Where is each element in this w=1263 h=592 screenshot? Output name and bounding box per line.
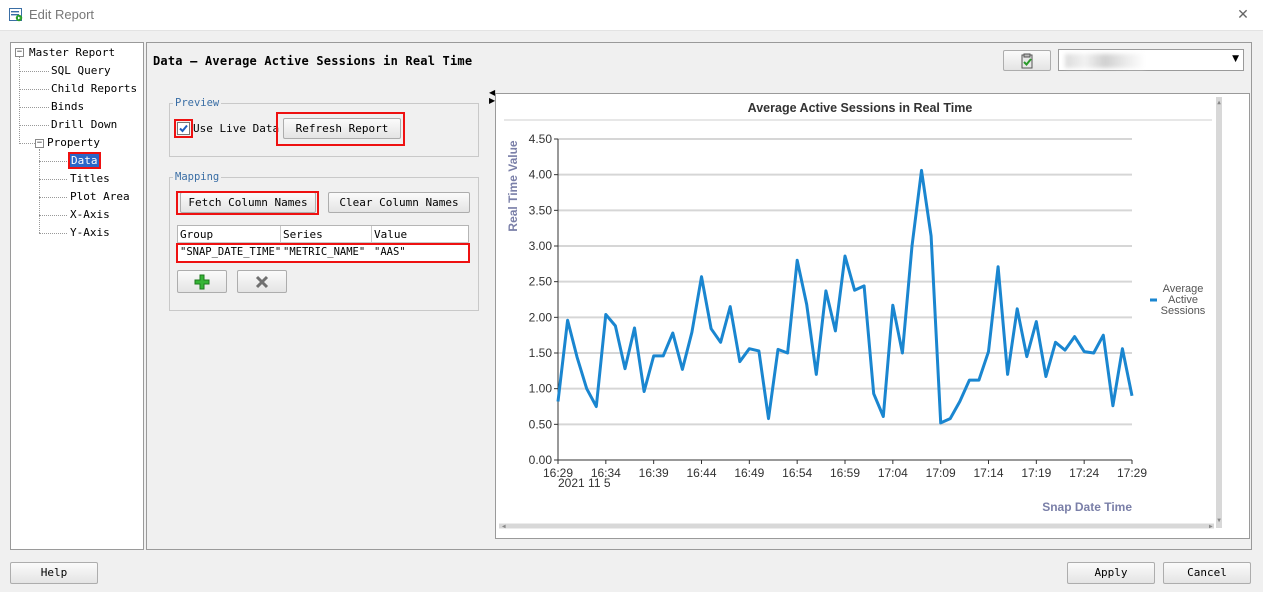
x-tick-label: 16:54	[782, 466, 812, 480]
page-title: Data — Average Active Sessions in Real T…	[153, 54, 473, 68]
y-tick-label: 1.50	[529, 346, 553, 360]
app-icon	[9, 8, 23, 22]
refresh-report-highlight	[276, 112, 405, 146]
tree-item-plot-area[interactable]: Plot Area	[70, 189, 130, 205]
navigation-tree: − Master Report SQL Query Child Reports …	[10, 42, 144, 550]
column-header-value: Value	[372, 226, 469, 243]
series-line-average-active-sessions	[556, 168, 1134, 425]
x-tick-label: 17:29	[1117, 466, 1147, 480]
apply-button-label: Apply	[1094, 566, 1128, 579]
x-tick-label: 16:39	[639, 466, 669, 480]
x-tick-label: 16:59	[830, 466, 860, 480]
cancel-button-label: Cancel	[1187, 566, 1227, 579]
use-live-data-highlight	[174, 119, 193, 138]
tree-item-child-reports[interactable]: Child Reports	[51, 81, 137, 97]
x-icon	[255, 275, 269, 289]
redacted-connection-name	[1065, 54, 1145, 68]
use-live-data-label: Use Live Data	[193, 122, 280, 135]
selected-tree-label: Data	[68, 152, 101, 169]
x-tick-labels: 16:29 16:34 16:39 16:44 16:49 16:54 16:59 17:04…	[543, 460, 1147, 480]
title-bar: Edit Report ✕	[0, 0, 1263, 31]
tree-item-binds[interactable]: Binds	[51, 99, 84, 115]
y-tick-label: 4.00	[529, 168, 553, 182]
preview-legend: Preview	[173, 97, 222, 109]
scroll-right-arrow-icon[interactable]: ▶	[1209, 523, 1213, 530]
tree-item-y-axis[interactable]: Y-Axis	[70, 225, 110, 241]
y-tick-label: 1.00	[529, 382, 553, 396]
y-tick-labels: 0.00 0.50 1.00 1.50 2.00 2.50 3.00 3.50 4.00 4.50	[529, 132, 558, 467]
window-title: Edit Report	[29, 7, 95, 22]
chevron-down-icon[interactable]: ▼	[1232, 54, 1239, 64]
add-row-button[interactable]	[177, 270, 227, 293]
x-tick-label: 17:19	[1021, 466, 1051, 480]
main-panel: Data — Average Active Sessions in Real T…	[146, 42, 1252, 550]
scroll-up-arrow-icon[interactable]: ▲	[1217, 99, 1221, 106]
tree-item-property[interactable]: Property	[47, 135, 100, 151]
x-axis-date-label: 2021 11 5	[558, 476, 611, 490]
x-tick-label: 16:49	[734, 466, 764, 480]
tree-item-data[interactable]: Data	[68, 152, 101, 169]
legend-line-3: Sessions	[1161, 305, 1206, 317]
y-axis-label: Real Time Value	[506, 140, 520, 231]
collapse-master-report-icon[interactable]: −	[15, 48, 24, 57]
x-tick-label: 16:44	[686, 466, 716, 480]
mapping-row-highlight	[176, 243, 470, 263]
collapse-property-icon[interactable]: −	[35, 139, 44, 148]
chart-title: Average Active Sessions in Real Time	[748, 101, 973, 115]
tree-item-sql-query[interactable]: SQL Query	[51, 63, 111, 79]
help-button[interactable]: Help	[10, 562, 98, 584]
y-tick-label: 0.50	[529, 417, 553, 431]
y-tick-label: 3.50	[529, 203, 553, 217]
x-axis-label: Snap Date Time	[1042, 500, 1132, 514]
y-tick-label: 2.00	[529, 310, 553, 324]
cancel-button[interactable]: Cancel	[1163, 562, 1251, 584]
y-tick-label: 3.00	[529, 239, 553, 253]
y-tick-label: 4.50	[529, 132, 553, 146]
tree-item-titles[interactable]: Titles	[70, 171, 110, 187]
connection-select[interactable]: ▼	[1058, 49, 1244, 71]
tree-item-x-axis[interactable]: X-Axis	[70, 207, 110, 223]
column-header-group: Group	[178, 226, 281, 243]
close-window-button[interactable]: ✕	[1231, 4, 1255, 26]
apply-button[interactable]: Apply	[1067, 562, 1155, 584]
y-tick-label: 2.50	[529, 275, 553, 289]
scroll-left-arrow-icon[interactable]: ◀	[502, 523, 506, 530]
delete-row-button[interactable]	[237, 270, 287, 293]
column-header-series: Series	[281, 226, 372, 243]
tree-item-drill-down[interactable]: Drill Down	[51, 117, 117, 133]
close-icon: ✕	[1237, 7, 1249, 23]
y-tick-label: 0.00	[529, 453, 553, 467]
chart-preview: ▲ ▼ ◀ ▶ Average Active Sessions in Real …	[495, 93, 1250, 539]
save-to-sql-button[interactable]	[1003, 50, 1051, 71]
plus-icon	[194, 274, 210, 290]
x-tick-label: 17:14	[973, 466, 1003, 480]
tree-item-master-report[interactable]: Master Report	[29, 45, 115, 61]
x-tick-label: 17:04	[878, 466, 908, 480]
line-chart: ▲ ▼ ◀ ▶ Average Active Sessions in Real …	[499, 97, 1222, 530]
x-tick-label: 17:24	[1069, 466, 1099, 480]
scroll-down-arrow-icon[interactable]: ▼	[1217, 517, 1221, 524]
help-button-label: Help	[40, 566, 68, 579]
x-tick-label: 17:09	[926, 466, 956, 480]
clipboard-check-icon	[1021, 53, 1033, 69]
